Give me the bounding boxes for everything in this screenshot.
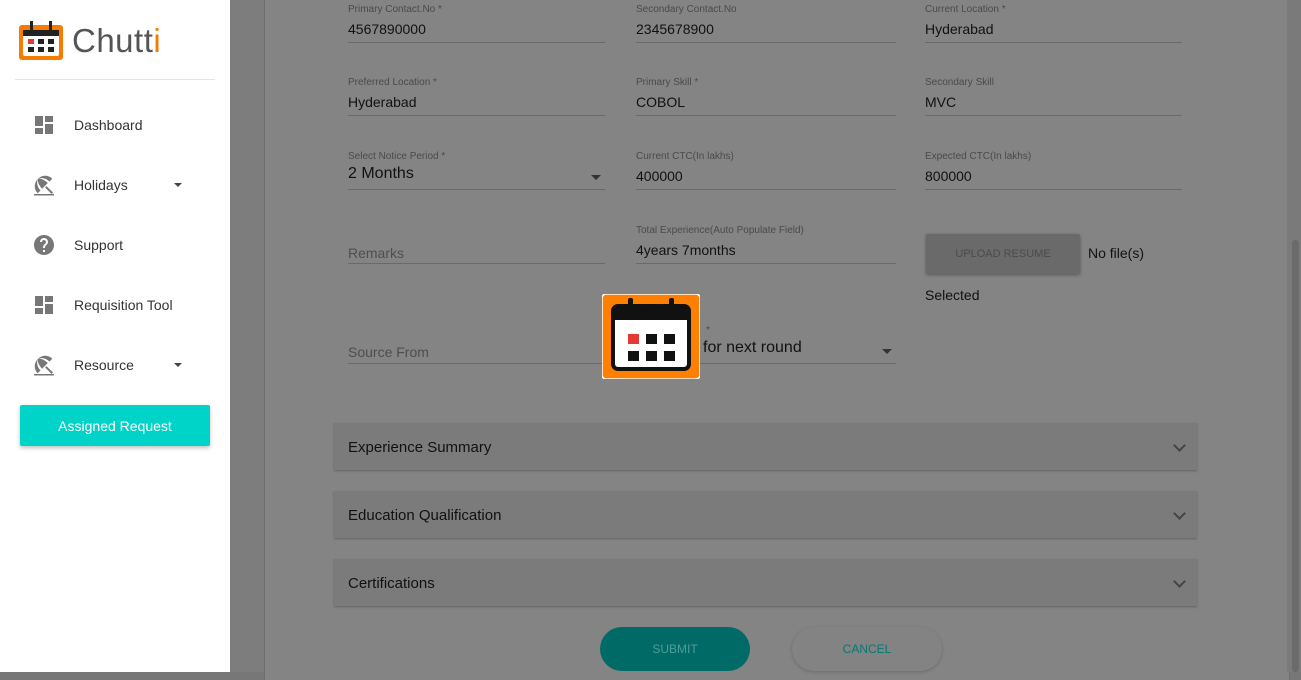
sidebar-item-label: Dashboard: [74, 117, 143, 133]
preferred-location-field[interactable]: Preferred Location * Hyderabad: [348, 77, 605, 116]
field-underline: [348, 263, 605, 264]
field-value: 4years 7months: [636, 242, 736, 258]
dropdown-arrow-icon[interactable]: [882, 349, 892, 354]
sidebar-divider: [15, 79, 215, 80]
field-label: Secondary Skill: [925, 77, 994, 88]
scrollbar-thumb[interactable]: [1292, 240, 1299, 672]
field-label: Primary Skill *: [636, 77, 699, 88]
dashboard-icon: [35, 116, 53, 134]
field-value: for next round: [703, 339, 802, 356]
notice-period-select[interactable]: Select Notice Period * 2 Months: [348, 151, 605, 190]
field-placeholder: Remarks: [348, 245, 405, 261]
field-label: Primary Contact.No *: [348, 4, 442, 15]
field-label: Secondary Contact.No: [636, 4, 737, 15]
panel-title: Certifications: [348, 575, 435, 592]
field-underline: [636, 115, 896, 116]
field-value: Hyderabad: [925, 21, 994, 37]
field-underline: [348, 115, 605, 116]
chevron-down-icon[interactable]: [1173, 575, 1186, 588]
field-underline: [348, 42, 605, 43]
primary-contact-field[interactable]: Primary Contact.No * 4567890000: [348, 4, 605, 43]
sidebar-item-dashboard[interactable]: Dashboard: [0, 95, 230, 155]
total-experience-field: Total Experience(Auto Populate Field) 4y…: [636, 225, 896, 264]
education-qualification-panel[interactable]: Education Qualification: [334, 491, 1197, 538]
field-placeholder: Source From: [348, 344, 429, 360]
field-underline: [636, 189, 896, 190]
upload-resume-button[interactable]: UPLOAD RESUME: [926, 234, 1080, 274]
beach-icon: [34, 355, 54, 376]
field-value: MVC: [925, 94, 957, 110]
field-label: Preferred Location *: [348, 77, 437, 88]
sidebar-item-resource[interactable]: Resource: [0, 335, 230, 395]
certifications-panel[interactable]: Certifications: [334, 559, 1197, 606]
cancel-button[interactable]: CANCEL: [792, 627, 942, 671]
field-value: 800000: [925, 168, 972, 184]
sidebar: Chutti Dashboard Holidays Support Requis…: [0, 0, 230, 672]
assigned-request-button[interactable]: Assigned Request: [20, 405, 210, 446]
field-label: Current CTC(In lakhs): [636, 151, 734, 162]
sidebar-item-label: Resource: [74, 357, 134, 373]
file-selected-text: Selected: [925, 287, 980, 303]
field-underline: [925, 115, 1182, 116]
field-underline: [925, 42, 1182, 43]
file-status-text: No file(s): [1088, 245, 1145, 261]
sidebar-item-label: Requisition Tool: [74, 297, 173, 313]
panel-title: Experience Summary: [348, 439, 492, 456]
field-value: 400000: [636, 168, 683, 184]
current-location-field[interactable]: Current Location * Hyderabad: [925, 4, 1182, 43]
field-value: 2345678900: [636, 21, 714, 37]
secondary-contact-field[interactable]: Secondary Contact.No 2345678900: [636, 4, 896, 43]
app-logo[interactable]: Chutti: [18, 21, 161, 61]
field-label: Current Location *: [925, 4, 1006, 15]
field-label: *: [706, 325, 710, 336]
current-ctc-field[interactable]: Current CTC(In lakhs) 400000: [636, 151, 896, 190]
chevron-down-icon[interactable]: [174, 363, 182, 367]
logo-text: Chutti: [72, 22, 162, 59]
sidebar-item-holidays[interactable]: Holidays: [0, 155, 230, 215]
sidebar-item-label: Holidays: [74, 177, 128, 193]
field-underline: [348, 363, 605, 364]
sidebar-item-support[interactable]: Support: [0, 215, 230, 275]
remarks-field[interactable]: Remarks: [348, 225, 605, 264]
field-underline: [348, 189, 605, 190]
beach-icon: [34, 175, 54, 196]
field-value: Hyderabad: [348, 94, 417, 110]
sidebar-nav: Dashboard Holidays Support Requisition T…: [0, 95, 230, 395]
field-label: Total Experience(Auto Populate Field): [636, 225, 804, 236]
field-value: COBOL: [636, 94, 686, 110]
source-from-field[interactable]: Source From: [348, 325, 605, 364]
calendar-icon: [19, 21, 63, 60]
chevron-down-icon[interactable]: [1173, 507, 1186, 520]
field-underline: [636, 263, 896, 264]
help-icon: [34, 235, 54, 255]
primary-skill-field[interactable]: Primary Skill * COBOL: [636, 77, 896, 116]
field-value: 2 Months: [348, 165, 414, 182]
secondary-skill-field[interactable]: Secondary Skill MVC: [925, 77, 1182, 116]
field-value: 4567890000: [348, 21, 426, 37]
field-underline: [636, 42, 896, 43]
dashboard-icon: [35, 296, 53, 314]
panel-title: Education Qualification: [348, 507, 502, 524]
field-label: Select Notice Period *: [348, 151, 446, 162]
chevron-down-icon[interactable]: [1173, 439, 1186, 452]
field-underline: [925, 189, 1182, 190]
submit-button[interactable]: SUBMIT: [600, 627, 750, 671]
sidebar-item-label: Support: [74, 237, 124, 253]
expected-ctc-field[interactable]: Expected CTC(In lakhs) 800000: [925, 151, 1182, 190]
loading-calendar-icon: [602, 294, 700, 379]
experience-summary-panel[interactable]: Experience Summary: [334, 423, 1197, 470]
dropdown-arrow-icon[interactable]: [591, 175, 601, 180]
chevron-down-icon[interactable]: [174, 183, 182, 187]
sidebar-item-requisition-tool[interactable]: Requisition Tool: [0, 275, 230, 335]
field-label: Expected CTC(In lakhs): [925, 151, 1032, 162]
